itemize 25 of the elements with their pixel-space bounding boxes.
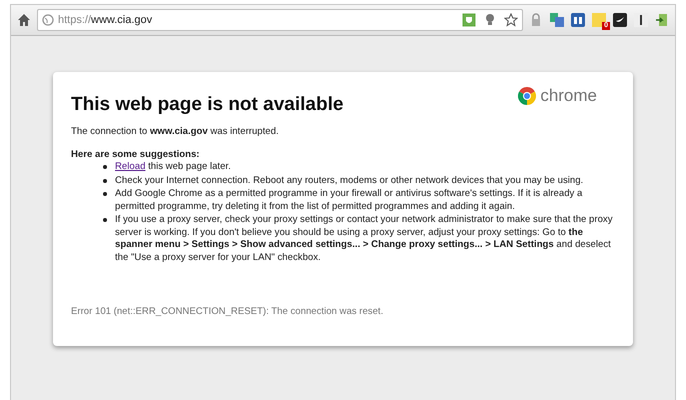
- suggestions-heading: Here are some suggestions:: [71, 149, 200, 161]
- bullet-icon: [103, 178, 107, 182]
- bullet-icon: [103, 165, 107, 169]
- lightbulb-icon[interactable]: [483, 13, 497, 27]
- reload-link[interactable]: Reload: [115, 161, 146, 172]
- bullet-icon: [103, 192, 107, 196]
- intro-text: The connection to www.cia.gov was interrupted.: [71, 126, 280, 138]
- address-bar[interactable]: https://www.cia.gov: [37, 9, 523, 31]
- app-icon[interactable]: [571, 13, 585, 27]
- globe-icon: [42, 14, 54, 26]
- star-icon[interactable]: [504, 13, 518, 27]
- page-title: This web page is not available: [71, 94, 344, 116]
- suggestion-text: If you use a proxy server, check your proxy settings or contact your network administrator to make sure that the proxy server is working. If you don't believe you should be using a proxy server, adjust your proxy settings: Go to the spanner menu > Settings > Show advanced settings... > Change proxy settings... > LAN Settings and deselect the "Use a proxy server for your LAN" checkbox.: [115, 214, 614, 264]
- chrome-logo-icon: [518, 87, 536, 105]
- home-icon[interactable]: [17, 13, 31, 27]
- shield-icon[interactable]: [462, 13, 476, 27]
- suggestion-text: Check your Internet connection. Reboot any routers, modems or other network devices that you may be using.: [115, 174, 584, 187]
- error-code: Error 101 (net::ERR_CONNECTION_RESET): The connection was reset.: [71, 306, 384, 318]
- sticky-note-icon[interactable]: [592, 13, 606, 27]
- suggestion-text: Add Google Chrome as a permitted programme in your firewall or antivirus software's settings. If it is already a permitted programme, try deleting it from the list of permitted programmes and adding it again.: [115, 188, 584, 213]
- bullet-icon: [103, 218, 107, 222]
- suggestion-text: Reload this web page later.: [115, 161, 231, 174]
- download-icon[interactable]: [655, 13, 669, 27]
- brand-name: chrome: [540, 86, 597, 106]
- url-text: https://www.cia.gov: [58, 14, 154, 26]
